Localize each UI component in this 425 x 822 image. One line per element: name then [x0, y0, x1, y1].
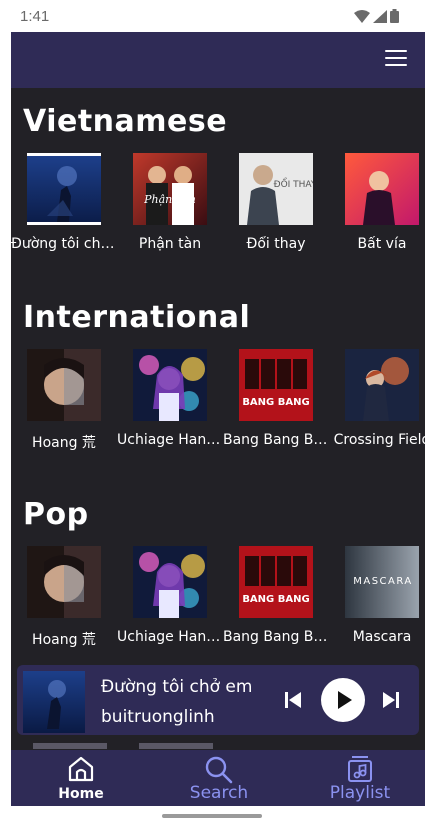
album-title: Đường tôi chở em — [11, 236, 117, 252]
next-button[interactable] — [381, 690, 401, 714]
home-icon — [68, 756, 94, 782]
album-art-text: MASCARA — [353, 576, 413, 587]
nav-home-label: Home — [58, 786, 104, 802]
section-title-pop: Pop — [23, 497, 89, 532]
album-art-text: BANG BANG — [242, 397, 309, 408]
album-row-international: Hoang 荒 Uchiage Hanabi BANG BANG Bang Ba… — [11, 349, 425, 459]
album-title: Hoang 荒 — [32, 435, 96, 451]
album-art — [345, 349, 419, 421]
play-button[interactable] — [321, 678, 365, 722]
nav-search-label: Search — [189, 783, 249, 803]
nav-playlist-label: Playlist — [329, 783, 391, 803]
album-art-peek — [139, 743, 213, 749]
album-art: ĐỔI THAY — [239, 153, 313, 225]
album-title: Crossing Field — [333, 432, 425, 448]
signal-icon — [373, 9, 387, 23]
album-row-pop: Hoang 荒 Uchiage Hanabi BANG BANG Bang Ba… — [11, 546, 425, 656]
album-art: BANG BANG — [239, 349, 313, 421]
album-title: Uchiage Hanabi — [117, 432, 223, 448]
play-icon — [338, 691, 352, 709]
album-art: Phận Tàn — [133, 153, 207, 225]
playlist-icon — [348, 756, 372, 782]
now-playing-title: Đường tôi chở em — [101, 677, 253, 697]
skip-previous-icon — [285, 692, 301, 708]
now-playing-bar[interactable]: Đường tôi chở em buitruonglinh — [17, 665, 419, 735]
app-bar — [11, 32, 425, 88]
section-title-international: International — [23, 300, 251, 335]
nav-home[interactable]: Home — [41, 750, 121, 806]
app-screen: Vietnamese Đường tôi chở em Phận Tàn Phậ… — [11, 32, 425, 806]
album-art — [345, 153, 419, 225]
bottom-navigation: Home Search Playlist — [11, 750, 425, 806]
album-art-text: BANG BANG — [242, 594, 309, 605]
gesture-handle[interactable] — [162, 814, 262, 818]
menu-button[interactable] — [385, 50, 407, 68]
album-title: Đổi thay — [246, 236, 306, 252]
album-title: Uchiage Hanabi — [117, 629, 223, 645]
skip-next-icon — [383, 692, 399, 708]
album-art: MASCARA — [345, 546, 419, 618]
album-art: BANG BANG — [239, 546, 313, 618]
album-art — [27, 546, 101, 618]
album-row-vietnamese: Đường tôi chở em Phận Tàn Phận tàn ĐỔI T… — [11, 153, 425, 263]
album-title: Phận tàn — [138, 236, 202, 252]
album-title: Bang Bang Bang — [223, 432, 329, 448]
album-title: Hoang 荒 — [32, 632, 96, 648]
nav-playlist[interactable]: Playlist — [315, 750, 405, 806]
album-art — [133, 546, 207, 618]
album-art — [27, 349, 101, 421]
album-art — [27, 153, 101, 225]
previous-button[interactable] — [283, 690, 303, 714]
album-title: Mascara — [352, 629, 412, 645]
album-art-text: Phận Tàn — [143, 193, 196, 206]
album-title: Bang Bang Bang — [223, 629, 329, 645]
status-bar: 1:41 — [0, 0, 425, 32]
album-title: Bất vía — [357, 236, 407, 252]
menu-icon — [385, 50, 407, 52]
album-art — [133, 349, 207, 421]
now-playing-artist: buitruonglinh — [101, 707, 215, 727]
now-playing-art — [23, 671, 85, 733]
album-art-peek — [33, 743, 107, 749]
status-icons — [354, 9, 399, 23]
status-time: 1:41 — [20, 8, 50, 25]
wifi-icon — [354, 9, 370, 23]
search-icon — [205, 756, 233, 784]
battery-icon — [390, 9, 399, 23]
nav-search[interactable]: Search — [179, 750, 259, 806]
section-title-vietnamese: Vietnamese — [23, 104, 228, 139]
